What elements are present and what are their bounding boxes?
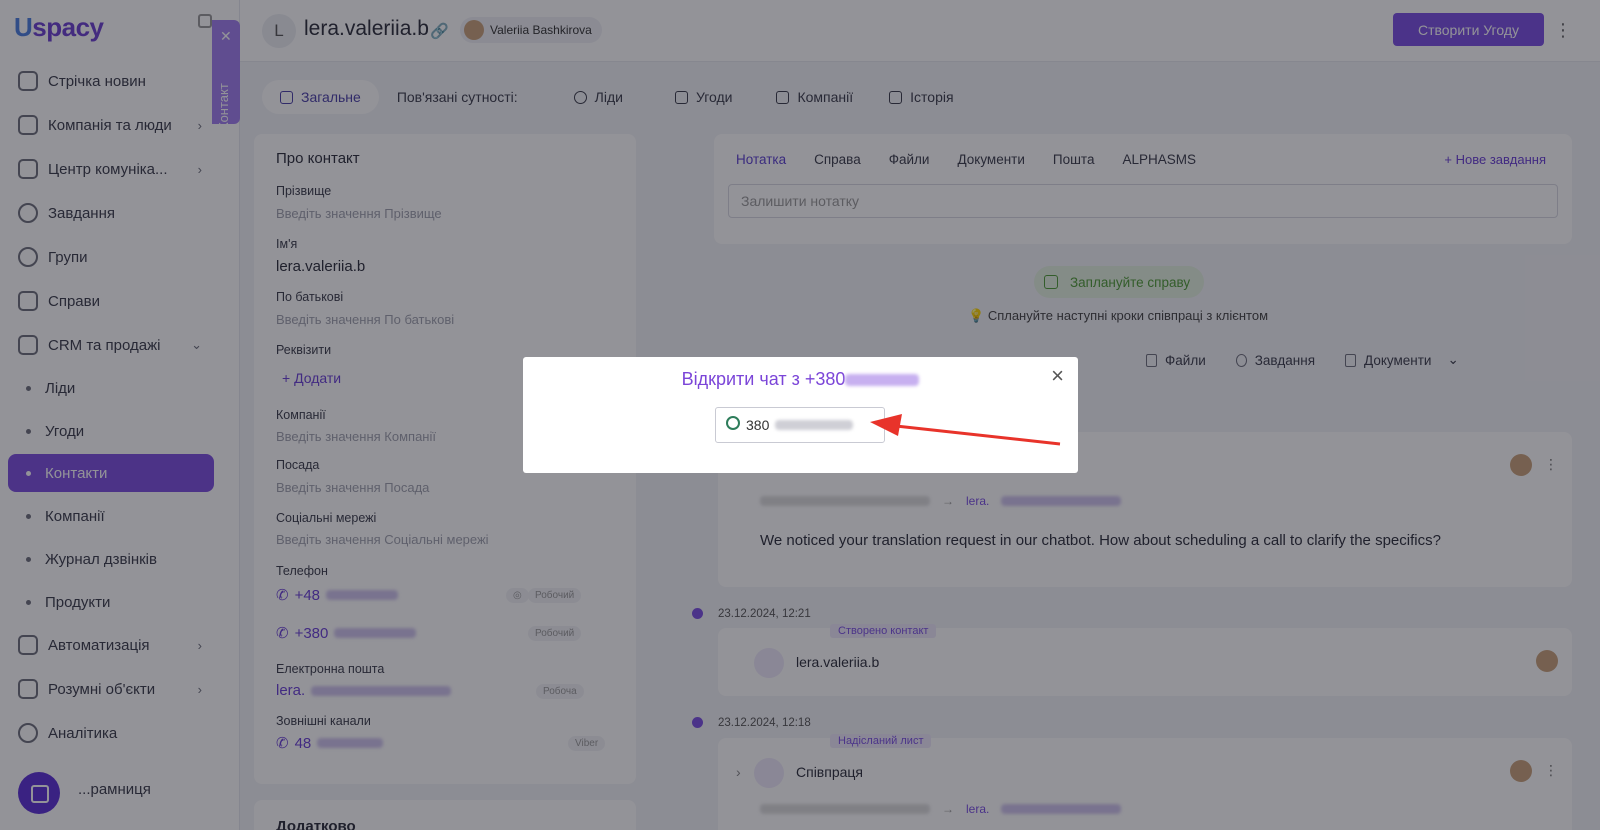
blurred-number — [775, 420, 854, 430]
annotation-arrow-icon — [870, 414, 1061, 446]
modal-title-text: Відкрити чат з +380 — [681, 369, 846, 389]
whatsapp-icon — [726, 416, 740, 430]
close-icon[interactable]: × — [1051, 363, 1064, 389]
chat-number: 380 — [746, 417, 770, 433]
modal-title: Відкрити чат з +380 — [523, 369, 1078, 390]
blurred-number — [845, 374, 920, 387]
open-chat-button[interactable]: 380 — [715, 407, 885, 443]
